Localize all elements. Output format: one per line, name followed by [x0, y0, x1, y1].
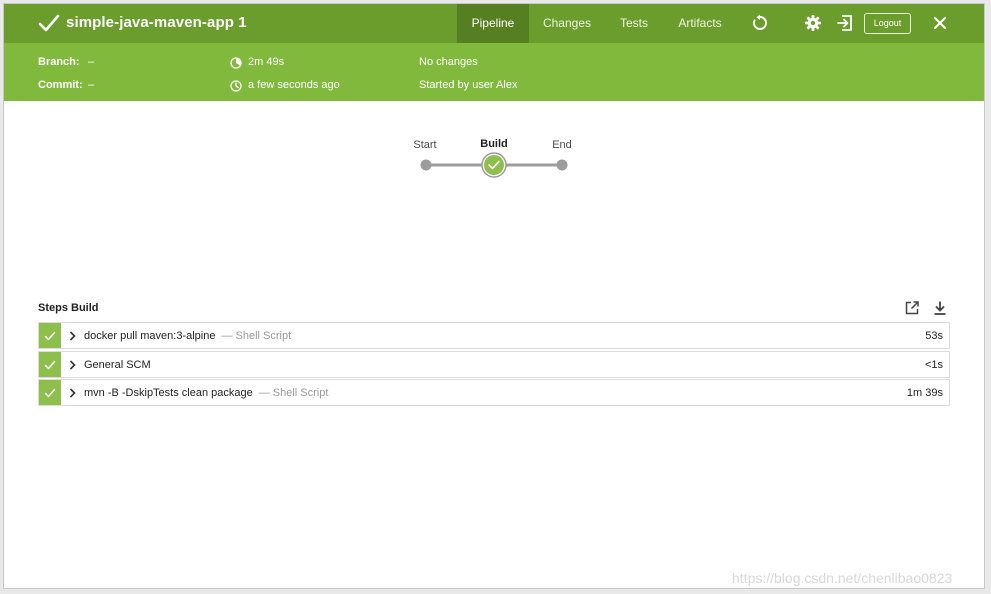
top-header: simple-java-maven-app 1 Pipeline Changes…: [4, 4, 984, 43]
step-type: — Shell Script: [258, 387, 329, 399]
run-info-bar: Branch: – Commit: – 2m 49s a few seconds…: [4, 43, 984, 101]
pipeline-graph: [420, 152, 568, 178]
watermark: https://blog.csdn.net/chenlibao0823: [732, 570, 953, 586]
tab-changes[interactable]: Changes: [536, 4, 598, 43]
step-duration: <1s: [924, 359, 943, 371]
branch-label: Branch:: [38, 56, 80, 68]
step-name: mvn -B -DskipTests clean package — Shell …: [84, 387, 328, 399]
open-external-icon[interactable]: [904, 300, 920, 316]
time-ago: a few seconds ago: [248, 79, 340, 91]
replay-icon[interactable]: [751, 14, 769, 32]
exit-icon[interactable]: [836, 14, 854, 32]
stage-node-start[interactable]: [420, 159, 432, 171]
step-duration: 53s: [925, 330, 943, 342]
started-by: Started by user Alex: [419, 79, 518, 91]
step-type: — Shell Script: [221, 330, 292, 342]
stage-label-build: Build: [480, 138, 508, 150]
success-check-icon: [38, 14, 60, 32]
step-status: [39, 352, 61, 377]
run-title: simple-java-maven-app 1: [66, 14, 247, 31]
step-command: General SCM: [84, 359, 151, 371]
gear-icon[interactable]: [804, 14, 822, 32]
steps-title: Steps Build: [38, 302, 99, 314]
branch-value: –: [88, 56, 95, 68]
chevron-right-icon[interactable]: [69, 331, 76, 341]
step-command: docker pull maven:3-alpine: [84, 330, 216, 342]
step-name: docker pull maven:3-alpine — Shell Script: [84, 330, 291, 342]
tab-pipeline[interactable]: Pipeline: [457, 4, 529, 43]
clock-icon: [230, 80, 242, 92]
app-window: simple-java-maven-app 1 Pipeline Changes…: [3, 3, 985, 589]
changes-status: No changes: [419, 56, 478, 68]
stage-node-build[interactable]: [484, 155, 504, 175]
step-row[interactable]: mvn -B -DskipTests clean package — Shell …: [38, 379, 950, 406]
close-icon[interactable]: [931, 14, 949, 32]
duration-value: 2m 49s: [248, 56, 285, 68]
step-success-icon: [44, 331, 56, 341]
tab-artifacts[interactable]: Artifacts: [670, 4, 730, 43]
step-duration: 1m 39s: [906, 387, 943, 399]
step-status: [39, 323, 61, 348]
commit-value: –: [88, 79, 95, 91]
logout-button[interactable]: Logout: [864, 13, 911, 34]
step-row[interactable]: General SCM <1s: [38, 351, 950, 378]
stage-node-end[interactable]: [556, 159, 568, 171]
commit-label: Commit:: [38, 79, 83, 91]
download-icon[interactable]: [932, 300, 948, 316]
step-name: General SCM: [84, 359, 157, 371]
step-status: [39, 380, 61, 405]
step-success-icon: [44, 360, 56, 370]
chevron-right-icon[interactable]: [69, 360, 76, 370]
tab-tests[interactable]: Tests: [614, 4, 654, 43]
duration-icon: [230, 57, 242, 69]
step-command: mvn -B -DskipTests clean package: [84, 387, 253, 399]
step-success-icon: [44, 388, 56, 398]
chevron-right-icon[interactable]: [69, 388, 76, 398]
step-row[interactable]: docker pull maven:3-alpine — Shell Script…: [38, 322, 950, 349]
